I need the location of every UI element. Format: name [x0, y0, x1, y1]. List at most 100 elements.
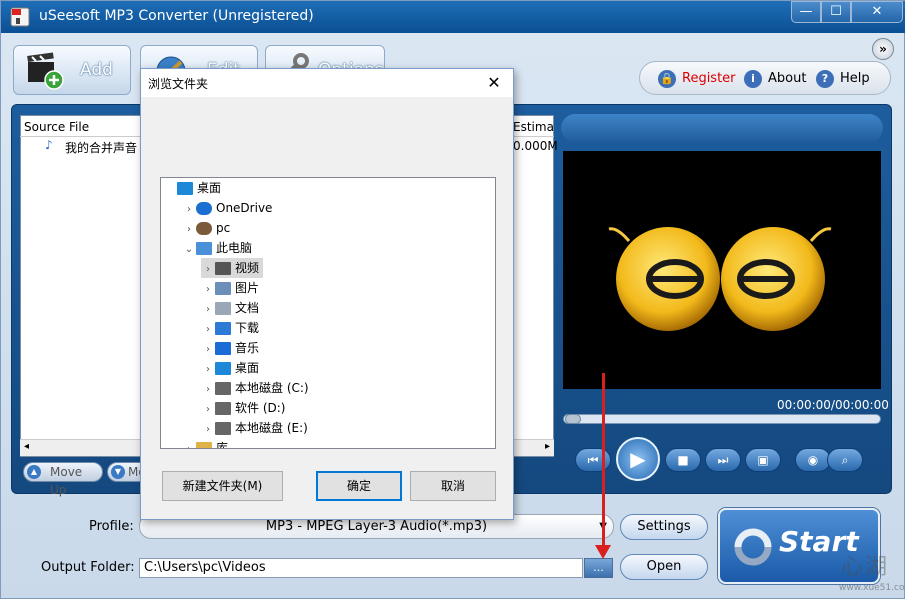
tree-item-label: 视频: [235, 261, 260, 275]
new-folder-button[interactable]: 新建文件夹(M): [162, 471, 283, 501]
output-folder-input[interactable]: C:\Users\pc\Videos: [139, 558, 583, 578]
tree-item[interactable]: › 本地磁盘 (E:): [201, 418, 308, 438]
output-folder-label: Output Folder:: [41, 560, 135, 575]
rewind-button[interactable]: ⏮: [575, 448, 611, 472]
fullscreen-icon: ▣: [757, 453, 769, 467]
seek-bar[interactable]: [563, 414, 881, 424]
tree-item-label: 音乐: [235, 341, 260, 355]
profile-value: MP3 - MPEG Layer-3 Audio(*.mp3): [265, 519, 488, 534]
chevron-right-icon[interactable]: ›: [201, 400, 215, 420]
download-icon: [215, 322, 231, 335]
scroll-right-icon: ▸: [544, 441, 550, 452]
collapse-icon[interactable]: »: [872, 38, 894, 60]
tree-item[interactable]: › 视频: [201, 258, 264, 280]
tree-item-label: 此电脑: [216, 241, 253, 255]
drive-icon: [215, 422, 231, 435]
chevron-right-icon[interactable]: ›: [182, 440, 196, 448]
tree-item[interactable]: › pc: [182, 218, 230, 238]
play-button[interactable]: ▶: [616, 437, 660, 481]
browse-button[interactable]: ...: [584, 558, 613, 578]
annotation-arrow-head: [595, 545, 611, 559]
drive-icon: [215, 402, 231, 415]
folder-tree[interactable]: 桌面 › OneDrive › pc ⌄ 此电脑 › 视频 › 图片 › 文档 › 下载 › 音乐 › 桌面 › 本地磁…: [160, 177, 496, 449]
tree-item[interactable]: › 下载: [201, 318, 259, 338]
tree-item[interactable]: 桌面: [163, 178, 221, 198]
add-video-icon: [27, 52, 64, 90]
computer-icon: [196, 242, 212, 255]
tree-item-label: 图片: [235, 281, 260, 295]
chevron-right-icon[interactable]: ›: [201, 380, 215, 400]
stop-button[interactable]: ■: [665, 448, 701, 472]
watermark: 心湖: [841, 555, 890, 580]
desktop-icon: [215, 362, 231, 375]
tree-item-label: OneDrive: [216, 201, 273, 215]
tree-item[interactable]: › 本地磁盘 (C:): [201, 378, 309, 398]
settings-button[interactable]: Settings: [620, 514, 708, 540]
chevron-down-icon[interactable]: ⌄: [182, 240, 196, 260]
tree-item[interactable]: ⌄ 此电脑: [182, 238, 252, 258]
help-icon: ?: [816, 69, 834, 88]
chevron-right-icon[interactable]: ›: [201, 300, 215, 320]
chevron-right-icon[interactable]: ›: [201, 280, 215, 300]
chevron-right-icon[interactable]: ›: [182, 200, 196, 220]
about-link[interactable]: i About: [744, 69, 806, 89]
preview-screen: [563, 151, 881, 389]
minimize-button[interactable]: —: [791, 1, 821, 23]
move-up-button[interactable]: ▲ Move Up: [23, 462, 103, 497]
tree-item[interactable]: › OneDrive: [182, 198, 272, 218]
documents-icon: [215, 302, 231, 315]
tree-item-label: 库: [216, 441, 229, 449]
open-button[interactable]: Open: [620, 554, 708, 580]
chevron-right-icon[interactable]: ›: [201, 260, 215, 280]
fullscreen-button[interactable]: ▣: [745, 448, 781, 472]
dialog-title: 浏览文件夹: [148, 77, 209, 91]
tree-item-label: 本地磁盘 (C:): [235, 381, 309, 395]
preview-title-bar: [561, 114, 883, 142]
snapshot-button[interactable]: ◉: [795, 448, 831, 472]
stop-icon: ■: [677, 453, 689, 467]
register-label: Register: [682, 71, 736, 86]
folder-search-icon: ⌕: [841, 453, 849, 467]
maximize-button[interactable]: ☐: [821, 1, 851, 23]
tree-item[interactable]: ›库: [182, 438, 229, 449]
tree-item[interactable]: › 图片: [201, 278, 259, 298]
convert-icon: [734, 528, 772, 566]
music-icon: [215, 342, 231, 355]
annotation-arrow: [602, 373, 605, 548]
tree-item[interactable]: › 音乐: [201, 338, 259, 358]
snapshot-folder-button[interactable]: ⌕: [827, 448, 863, 472]
cancel-button[interactable]: 取消: [410, 471, 496, 501]
add-button[interactable]: Add: [13, 45, 131, 95]
help-link[interactable]: ? Help: [816, 69, 870, 89]
chevron-right-icon[interactable]: ›: [201, 320, 215, 340]
close-button[interactable]: ✕: [851, 1, 903, 23]
chevron-right-icon[interactable]: ›: [201, 340, 215, 360]
dialog-title-bar: 浏览文件夹 ✕: [141, 69, 513, 97]
chevron-right-icon[interactable]: ›: [201, 420, 215, 440]
register-link[interactable]: 🔒 Register: [658, 69, 736, 89]
chevron-right-icon[interactable]: ›: [182, 220, 196, 240]
dialog-close-button[interactable]: ✕: [479, 71, 509, 95]
top-links-bar: 🔒 Register i About ? Help: [639, 61, 891, 95]
help-label: Help: [840, 71, 870, 86]
chevron-right-icon[interactable]: ›: [201, 360, 215, 380]
ok-button[interactable]: 确定: [316, 471, 402, 501]
arrow-down-icon: ▼: [111, 465, 125, 479]
profile-label: Profile:: [89, 519, 134, 534]
window-title: uSeesoft MP3 Converter (Unregistered): [39, 8, 314, 24]
watermark-url: www.xue51.com: [839, 583, 905, 593]
rewind-icon: ⏮: [587, 453, 599, 467]
tree-item[interactable]: › 软件 (D:): [201, 398, 285, 418]
seek-thumb[interactable]: [565, 414, 581, 424]
video-icon: [215, 262, 231, 275]
column-header-estimated[interactable]: Estima: [513, 120, 554, 134]
tree-item-label: 本地磁盘 (E:): [235, 421, 308, 435]
forward-button[interactable]: ⏭: [705, 448, 741, 472]
column-header-source[interactable]: Source File: [24, 120, 89, 134]
row-size: 0.000M: [513, 139, 558, 153]
cloud-icon: [196, 202, 212, 215]
pictures-icon: [215, 282, 231, 295]
tree-item[interactable]: › 桌面: [201, 358, 259, 378]
tree-item[interactable]: › 文档: [201, 298, 259, 318]
add-label: Add: [80, 60, 113, 80]
